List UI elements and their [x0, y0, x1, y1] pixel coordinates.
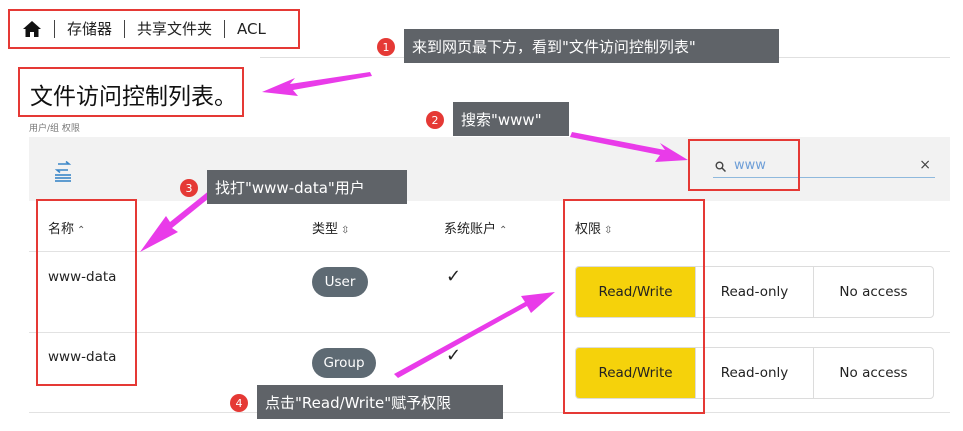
annotation-arrows [140, 72, 688, 378]
step-badge: 3 [180, 179, 198, 197]
callout-step-1: 来到网页最下方，看到"文件访问控制列表" [404, 29, 779, 63]
arrow-2 [570, 132, 688, 162]
step-badge: 1 [377, 38, 395, 56]
arrow-4 [394, 292, 555, 378]
callout-step-4: 点击"Read/Write"赋予权限 [257, 385, 503, 419]
arrow-1 [262, 72, 372, 96]
callout-step-2: 搜索"www" [453, 102, 569, 136]
step-badge: 2 [426, 111, 444, 129]
callout-step-3: 找打"www-data"用户 [207, 170, 407, 204]
step-badge: 4 [230, 394, 248, 412]
